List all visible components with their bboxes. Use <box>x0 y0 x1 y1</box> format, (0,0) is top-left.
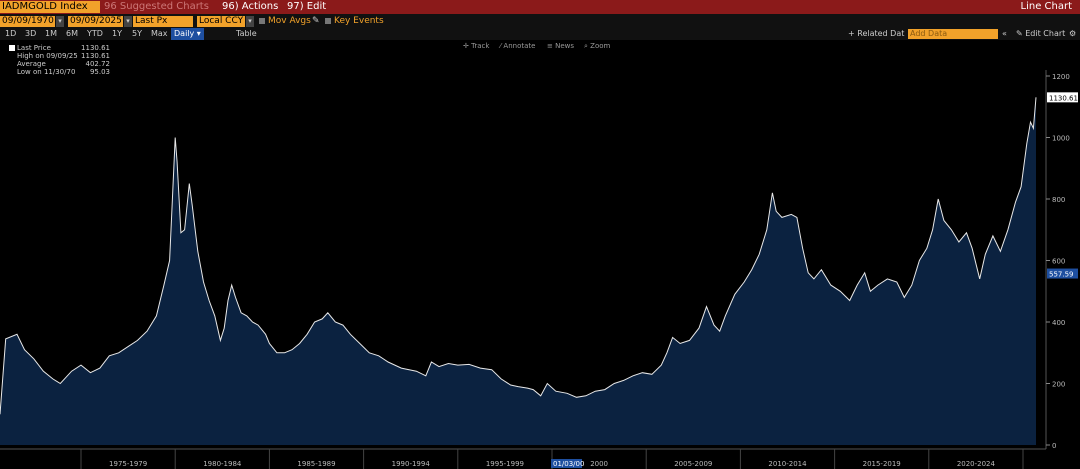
edit-chart-label: Edit Chart <box>1025 29 1066 38</box>
y-tick-label: 200 <box>1052 381 1065 389</box>
legend-last-price-label: Last Price <box>17 44 51 52</box>
top-menu-bar: IADMGOLD Index 96 Suggested Charts 96) A… <box>0 0 1080 14</box>
edit-menu[interactable]: 97) Edit <box>287 1 326 13</box>
field-select[interactable]: Last Px <box>133 16 193 27</box>
mov-avgs-checkbox[interactable] <box>259 18 265 24</box>
pencil-icon[interactable]: ✎ <box>312 16 320 27</box>
ticker-field[interactable]: IADMGOLD Index <box>0 1 100 13</box>
y-tick-label: 0 <box>1052 442 1056 450</box>
range-toolbar: 1D 3D 1M 6M YTD 1Y 5Y Max Daily ▾ Table … <box>0 28 1080 40</box>
price-area <box>0 97 1036 446</box>
x-tick-label: 2005-2009 <box>674 460 712 468</box>
legend-low-label: Low on 11/30/70 <box>17 68 76 76</box>
range-ytd[interactable]: YTD <box>87 28 103 40</box>
x-tick-label: 1980-1984 <box>203 460 242 468</box>
y-tick-label: 400 <box>1052 319 1065 327</box>
legend-high-label: High on 09/09/25 <box>17 52 78 60</box>
y-tick-label: 1000 <box>1052 135 1070 143</box>
range-3d[interactable]: 3D <box>25 28 36 40</box>
date-toolbar: 09/09/1970 ▾ 09/09/2025 ▾ Last Px Local … <box>0 14 1080 28</box>
news-tool[interactable]: ≡ News <box>547 41 574 51</box>
range-1d[interactable]: 1D <box>5 28 16 40</box>
x-tick-label: 2015-2019 <box>863 460 901 468</box>
range-5y[interactable]: 5Y <box>132 28 142 40</box>
track-tool-label: Track <box>471 42 490 50</box>
start-date-input[interactable]: 09/09/1970 <box>0 16 55 27</box>
view-title: Line Chart <box>1020 1 1073 12</box>
track-tool[interactable]: ✛ Track <box>463 41 489 51</box>
x-tick-label: 2000 <box>590 460 608 468</box>
gear-icon[interactable]: ⚙ <box>1069 28 1076 40</box>
key-events-label[interactable]: Key Events <box>334 16 384 27</box>
legend-last-price-value: 1130.61 <box>81 44 110 52</box>
zoom-tool-label: Zoom <box>590 42 611 50</box>
legend-low-value: 95.03 <box>89 68 110 76</box>
suggested-charts-menu[interactable]: 96 Suggested Charts <box>104 1 216 13</box>
legend-high-value: 1130.61 <box>81 52 110 60</box>
mov-avgs-label[interactable]: Mov Avgs <box>268 16 311 27</box>
range-6m[interactable]: 6M <box>66 28 78 40</box>
x-tick-label: 1990-1994 <box>392 460 431 468</box>
zoom-tool[interactable]: ⌕ Zoom <box>584 41 610 51</box>
range-1y[interactable]: 1Y <box>112 28 122 40</box>
x-tick-label: 1975-1979 <box>109 460 147 468</box>
end-date-dropdown-icon[interactable]: ▾ <box>124 16 132 27</box>
x-tick-label: 1985-1989 <box>297 460 335 468</box>
start-date-dropdown-icon[interactable]: ▾ <box>56 16 64 27</box>
legend-high: High on 09/09/25 1130.61 <box>6 52 112 60</box>
add-data-input[interactable]: Add Data <box>908 29 998 39</box>
last-value-tag: 1130.61 <box>1049 94 1078 102</box>
collapse-icon[interactable]: « <box>1002 28 1007 40</box>
edit-chart-button[interactable]: ✎ Edit Chart <box>1016 28 1065 40</box>
actions-menu[interactable]: 96) Actions <box>222 1 278 13</box>
chart-area[interactable]: 0 200 400 600 800 1000 1200 1130.61 557.59 1975-1… <box>0 40 1080 469</box>
x-tick-label: 2020-2024 <box>957 460 996 468</box>
legend-low: Low on 11/30/70 95.03 <box>6 68 112 76</box>
annotate-tool[interactable]: ⁄ Annotate <box>500 41 535 51</box>
x-tick-label: 1995-1999 <box>486 460 524 468</box>
frequency-select[interactable]: Daily ▾ <box>171 28 204 40</box>
range-1m[interactable]: 1M <box>45 28 57 40</box>
x-tick-label: 2010-2014 <box>768 460 807 468</box>
legend-box: Last Price 1130.61 High on 09/09/25 1130.6… <box>6 44 112 76</box>
range-max[interactable]: Max <box>151 28 168 40</box>
related-data-button[interactable]: + Related Dat <box>848 28 904 40</box>
currency-dropdown-icon[interactable]: ▾ <box>246 16 254 27</box>
legend-last-price: Last Price 1130.61 <box>6 44 112 52</box>
legend-average: Average 402.72 <box>6 60 112 68</box>
frequency-label: Daily <box>174 29 195 38</box>
table-button[interactable]: Table <box>236 28 257 40</box>
y-tick-label: 1200 <box>1052 73 1070 81</box>
legend-swatch <box>9 45 15 51</box>
currency-select[interactable]: Local CCY <box>197 16 245 27</box>
key-events-checkbox[interactable] <box>325 18 331 24</box>
legend-average-label: Average <box>17 60 46 68</box>
end-date-input[interactable]: 09/09/2025 <box>68 16 123 27</box>
annotate-tool-label: Annotate <box>503 42 536 50</box>
y-tick-label: 800 <box>1052 196 1065 204</box>
crosshair-date-tag: 01/03/00 <box>553 460 584 468</box>
crosshair-value-tag: 557.59 <box>1049 271 1074 279</box>
news-tool-label: News <box>555 42 575 50</box>
legend-average-value: 402.72 <box>85 60 111 68</box>
y-tick-label: 600 <box>1052 258 1065 266</box>
